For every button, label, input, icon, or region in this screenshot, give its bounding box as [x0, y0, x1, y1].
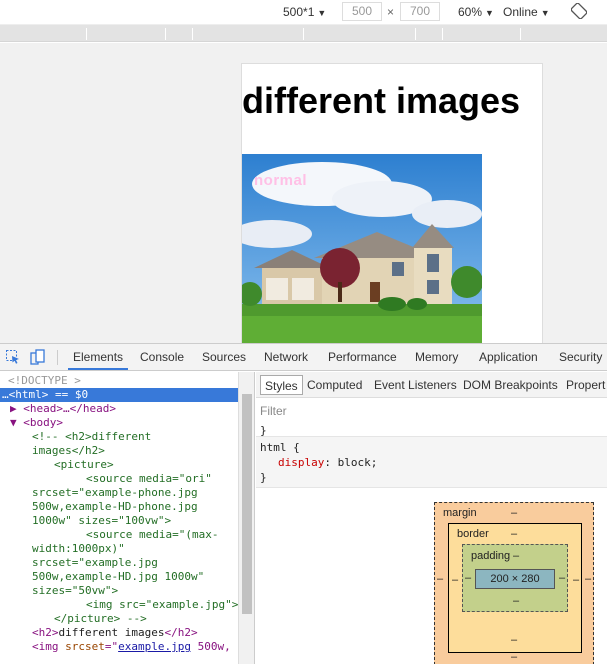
house-image: normal [242, 154, 482, 343]
padding-top-value: – [513, 550, 520, 562]
ruler [0, 24, 607, 42]
subtab-event-listeners[interactable]: Event Listeners [374, 375, 457, 395]
dom-comment-line[interactable]: srcset="example-phone.jpg [32, 486, 198, 500]
elements-tree[interactable]: <!DOCTYPE > …<html> == $0 ▶ <head>…</hea… [0, 372, 255, 664]
dom-comment-line[interactable]: <picture> [54, 458, 114, 472]
height-input[interactable]: 700 [400, 2, 440, 21]
device-toolbar: 500*1 ▼ 500 × 700 60% ▼ Online ▼ [0, 0, 607, 24]
dom-comment-line[interactable]: images</h2> [32, 444, 105, 458]
dom-comment-line[interactable]: 1000w" sizes="100vw"> [32, 514, 171, 528]
dom-comment-line[interactable]: srcset="example.jpg [32, 556, 158, 570]
border-right-value: – [573, 574, 580, 586]
dom-node-html-selected[interactable]: …<html> == $0 [0, 388, 238, 402]
border-label: border [457, 528, 489, 540]
css-declaration[interactable]: display: block; [278, 456, 377, 469]
dom-comment-line[interactable]: <source media="(max- [86, 528, 218, 542]
elements-scrollbar[interactable] [238, 372, 254, 664]
tab-elements[interactable]: Elements [68, 344, 129, 370]
zoom-dropdown[interactable]: 60% ▼ [458, 3, 494, 21]
box-model-border[interactable]: border – – – – padding – – – – 200 × 280 [448, 523, 582, 653]
dom-comment-line[interactable]: </picture> --> [54, 612, 147, 626]
tab-security[interactable]: Security [559, 344, 602, 370]
dom-comment-line[interactable]: 500w,example-HD-phone.jpg [32, 500, 198, 514]
dimensions-preset: 500*1 [283, 5, 315, 19]
border-top-value: – [511, 528, 518, 540]
dom-comment-line[interactable]: 500w,example-HD.jpg 1000w" [32, 570, 204, 584]
css-selector[interactable]: html { [260, 441, 300, 454]
page-heading: different images [242, 80, 521, 121]
margin-right-value: – [585, 573, 592, 585]
padding-label: padding [471, 550, 511, 562]
box-model-padding[interactable]: padding – – – – 200 × 280 [462, 544, 568, 612]
devtools-tab-bar: Elements Console Sources Network Perform… [0, 344, 607, 371]
tab-sources[interactable]: Sources [202, 344, 246, 370]
padding-left-value: – [465, 572, 472, 584]
devtools-panel: Elements Console Sources Network Perform… [0, 343, 607, 664]
dom-node-img[interactable]: <img srcset="example.jpg 500w, [32, 640, 231, 654]
scrollbar-thumb[interactable] [242, 394, 252, 614]
rotate-icon[interactable] [570, 2, 588, 20]
padding-right-value: – [559, 572, 566, 584]
box-model-margin[interactable]: margin – – – – border – – – – padding – … [434, 502, 594, 664]
chevron-down-icon: ▼ [317, 8, 327, 18]
styles-pane: Styles Computed Event Listeners DOM Brea… [256, 372, 607, 664]
toolbar-divider [57, 350, 58, 365]
css-brace: } [260, 471, 267, 484]
width-input[interactable]: 500 [342, 2, 382, 21]
dom-node-doctype[interactable]: <!DOCTYPE > [8, 374, 81, 388]
chevron-down-icon: ▼ [485, 8, 494, 18]
styles-subtab-bar: Styles Computed Event Listeners DOM Brea… [256, 372, 607, 398]
dom-node-head[interactable]: ▶ <head>…</head> [10, 402, 116, 416]
styles-filter-input[interactable]: Filter [260, 404, 287, 418]
device-mode-icon[interactable] [30, 349, 46, 365]
inspect-element-icon[interactable] [5, 349, 21, 365]
device-dimensions-dropdown[interactable]: 500*1 ▼ [283, 3, 326, 21]
margin-label: margin [443, 507, 477, 519]
border-bottom-value: – [511, 634, 518, 646]
dom-node-h2[interactable]: <h2>different images</h2> [32, 626, 198, 640]
subtab-properties[interactable]: Propert [566, 375, 605, 395]
margin-left-value: – [437, 573, 444, 585]
box-model-content[interactable]: 200 × 280 [475, 569, 555, 589]
times-symbol: × [387, 5, 395, 19]
dom-comment-line[interactable]: <source media="ori" [86, 472, 212, 486]
margin-top-value: – [511, 507, 518, 519]
chevron-down-icon: ▼ [540, 8, 550, 18]
dom-comment-line[interactable]: <!-- <h2>different [32, 430, 151, 444]
tab-application[interactable]: Application [479, 344, 538, 370]
tab-console[interactable]: Console [140, 344, 184, 370]
throttle-dropdown[interactable]: Online ▼ [503, 3, 550, 21]
dom-node-body[interactable]: ▼ <body> [10, 416, 63, 430]
dom-comment-line[interactable]: <img src="example.jpg"> [86, 598, 238, 612]
zoom-value: 60% [458, 5, 483, 19]
dom-comment-line[interactable]: sizes="50vw"> [32, 584, 118, 598]
tab-network[interactable]: Network [264, 344, 308, 370]
dom-comment-line[interactable]: width:1000px)" [32, 542, 125, 556]
throttle-value: Online [503, 5, 538, 19]
padding-bottom-value: – [513, 595, 520, 607]
tab-memory[interactable]: Memory [415, 344, 458, 370]
border-left-value: – [452, 574, 459, 586]
subtab-computed[interactable]: Computed [307, 375, 362, 395]
subtab-styles[interactable]: Styles [260, 375, 303, 395]
subtab-dom-breakpoints[interactable]: DOM Breakpoints [463, 375, 558, 395]
tab-performance[interactable]: Performance [328, 344, 397, 370]
viewport-area: different images normal [0, 43, 607, 343]
image-overlay-text: normal [254, 172, 308, 189]
device-viewport[interactable]: different images normal [241, 63, 543, 343]
